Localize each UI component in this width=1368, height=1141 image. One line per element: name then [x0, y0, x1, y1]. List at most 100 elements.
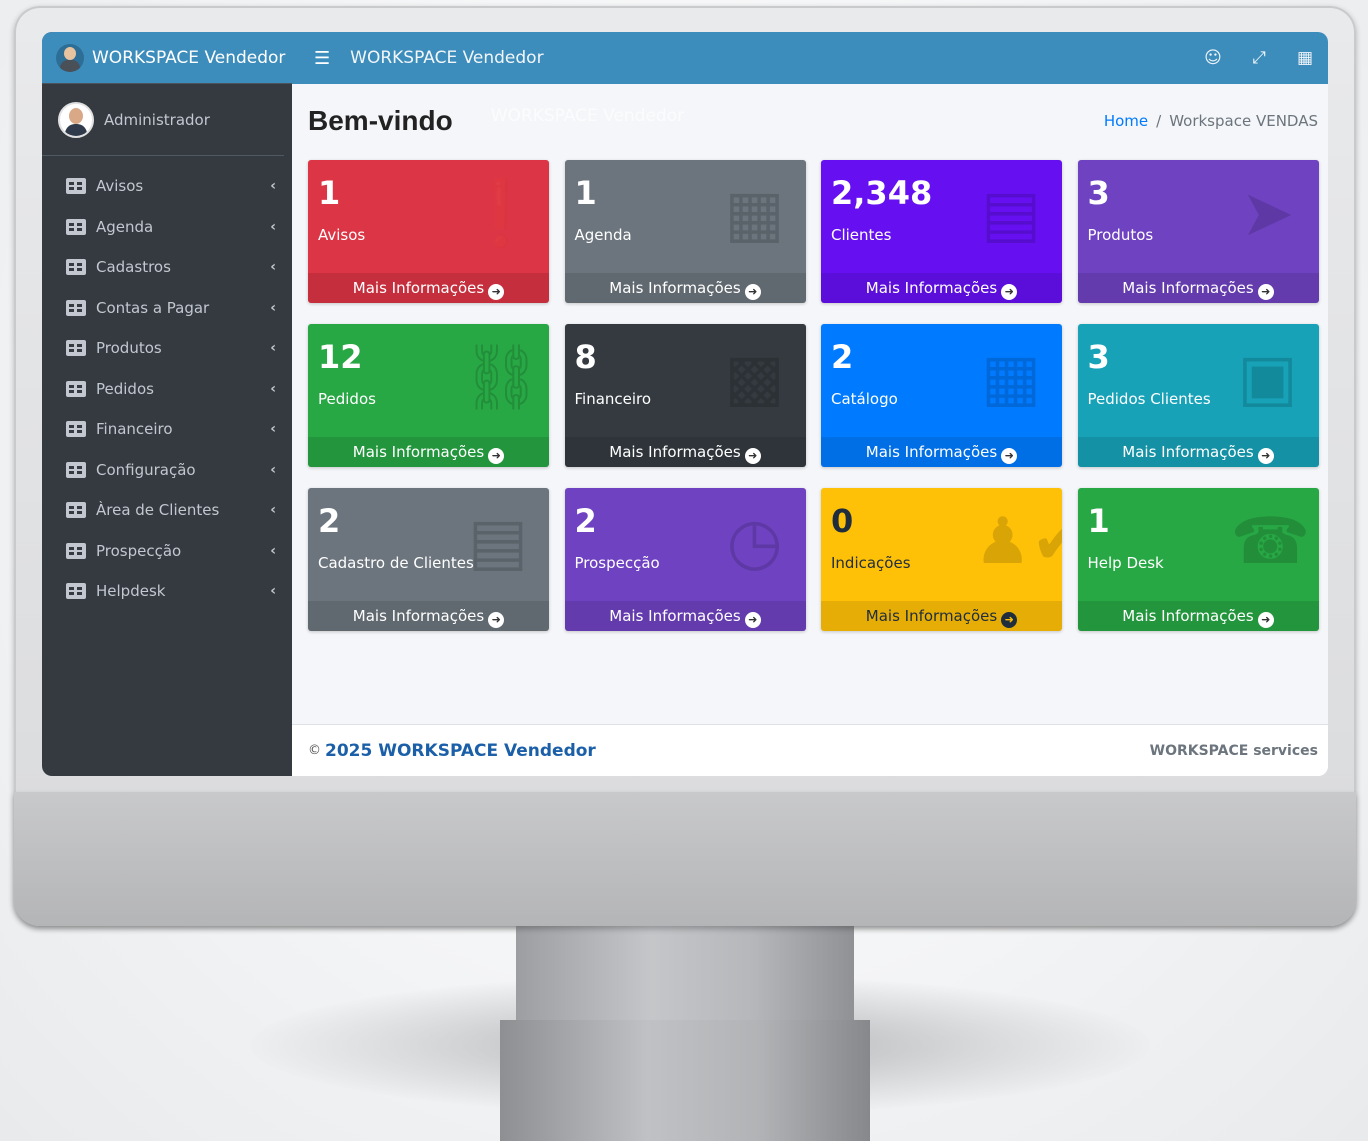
chevron-left-icon: ‹	[270, 461, 276, 478]
box-label: Clientes	[831, 226, 892, 244]
box-count: 1	[1087, 502, 1110, 540]
box-label: Agenda	[574, 226, 632, 244]
more-info-link[interactable]: Mais Informações ➜	[821, 601, 1062, 631]
chevron-left-icon: ‹	[270, 583, 276, 600]
chart-icon: ▩	[724, 341, 785, 415]
more-info-link[interactable]: Mais Informações ➜	[308, 437, 549, 467]
copyright-link[interactable]: 2025 WORKSPACE Vendedor	[325, 741, 596, 761]
box-count: 0	[831, 502, 854, 540]
more-info-link[interactable]: Mais Informações ➜	[564, 601, 806, 631]
small-box-pedidos: 12 Pedidos ⛓ Mais Informações ➜	[308, 324, 549, 467]
sidebar-item-label: Àrea de Clientes	[96, 501, 220, 520]
user-check-icon: ♟✔	[974, 505, 1062, 579]
sidebar-item-pedidos[interactable]: Pedidos ‹	[42, 369, 292, 410]
more-info-link[interactable]: Mais Informações ➜	[1077, 601, 1319, 631]
alert-icon: ❗	[461, 177, 541, 251]
arrow-circle-right-icon: ➜	[1001, 448, 1018, 464]
chevron-left-icon: ‹	[270, 259, 276, 276]
apps-icon[interactable]: ▦	[1282, 48, 1328, 68]
more-info-label: Mais Informações	[352, 443, 485, 461]
more-info-label: Mais Informações	[609, 607, 741, 625]
table-icon	[66, 218, 86, 235]
table-icon	[66, 542, 86, 559]
ghost-title: WORKSPACE Vendedor	[490, 106, 685, 126]
sidebar-item-label: Configuração	[96, 460, 196, 479]
more-info-link[interactable]: Mais Informações ➜	[308, 601, 549, 631]
table-icon	[66, 299, 86, 316]
more-info-label: Mais Informações	[865, 443, 998, 461]
sidebar-item-label: Contas a Pagar	[96, 298, 210, 317]
user-avatar	[58, 101, 94, 138]
sidebar-item-prospeccao[interactable]: Prospecção ‹	[42, 531, 292, 572]
arrow-circle-right-icon: ➜	[1001, 612, 1018, 628]
brand-text: WORKSPACE Vendedor	[92, 47, 286, 68]
user-icon[interactable]: ☺	[1190, 48, 1236, 68]
sidebar-item-helpdesk[interactable]: Helpdesk ‹	[42, 571, 292, 612]
small-box-catalogo: 2 Catálogo ▦ Mais Informações ➜	[821, 324, 1062, 467]
breadcrumb-home-link[interactable]: Home	[1104, 112, 1148, 130]
sidebar-item-label: Produtos	[96, 339, 162, 358]
sidebar-item-contas-a-pagar[interactable]: Contas a Pagar ‹	[42, 288, 292, 329]
chevron-left-icon: ‹	[270, 542, 276, 559]
more-info-label: Mais Informações	[865, 607, 998, 625]
table-icon	[66, 583, 86, 600]
info-box-grid: 1 Avisos ❗ Mais Informações ➜ 1 Agenda ▦ …	[308, 160, 1319, 631]
fullscreen-icon[interactable]: ⤢	[1236, 48, 1282, 68]
table-icon	[66, 461, 86, 478]
sidebar-item-configuracao[interactable]: Configuração ‹	[42, 450, 292, 491]
box-label: Pedidos Clientes	[1087, 390, 1211, 408]
screen: WORKSPACE Vendedor Administrador Avisos ‹…	[42, 32, 1328, 776]
more-info-link[interactable]: Mais Informações ➜	[564, 437, 806, 467]
sidebar-item-agenda[interactable]: Agenda ‹	[42, 207, 292, 248]
chevron-left-icon: ‹	[270, 299, 276, 316]
box-label: Catálogo	[831, 390, 898, 408]
box-count: 2,348	[831, 174, 933, 212]
box-count: 3	[1087, 174, 1110, 212]
arrow-circle-right-icon: ➜	[1257, 284, 1274, 300]
sidebar-item-produtos[interactable]: Produtos ‹	[42, 328, 292, 369]
id-card-icon: ▤	[980, 177, 1042, 251]
sidebar-item-label: Financeiro	[96, 420, 173, 439]
box-count: 2	[574, 502, 597, 540]
small-box-agenda: 1 Agenda ▦ Mais Informações ➜	[564, 160, 806, 303]
sidebar-item-label: Agenda	[96, 217, 154, 236]
breadcrumb-separator: /	[1156, 112, 1162, 130]
sidebar-item-label: Cadastros	[96, 258, 171, 277]
more-info-link[interactable]: Mais Informações ➜	[821, 273, 1062, 303]
box-count: 1	[574, 174, 597, 212]
more-info-link[interactable]: Mais Informações ➜	[564, 273, 806, 303]
brand-link[interactable]: WORKSPACE Vendedor	[42, 32, 292, 84]
user-panel[interactable]: Administrador	[42, 84, 284, 156]
arrow-circle-right-icon: ➜	[744, 448, 761, 464]
more-info-link[interactable]: Mais Informações ➜	[1077, 273, 1319, 303]
box-count: 3	[1087, 338, 1110, 376]
more-info-link[interactable]: Mais Informações ➜	[821, 437, 1062, 467]
small-box-financeiro: 8 Financeiro ▩ Mais Informações ➜	[564, 324, 806, 467]
page-title: Bem-vindo	[308, 105, 453, 136]
sidebar-item-area-de-clientes[interactable]: Àrea de Clientes ‹	[42, 490, 292, 531]
breadcrumb: Home / Workspace VENDAS	[1104, 112, 1318, 130]
briefcase-clock-icon: ◷	[726, 505, 783, 579]
box-count: 12	[318, 338, 363, 376]
more-info-link[interactable]: Mais Informações ➜	[1077, 437, 1319, 467]
more-info-link[interactable]: Mais Informações ➜	[308, 273, 549, 303]
box-label: Cadastro de Clientes	[318, 554, 474, 572]
sidebar-item-avisos[interactable]: Avisos ‹	[42, 166, 292, 207]
more-info-label: Mais Informações	[865, 279, 998, 297]
monitor-chin	[14, 792, 1356, 926]
arrow-circle-right-icon: ➜	[488, 612, 505, 628]
calendar-icon: ▦	[724, 177, 785, 251]
user-name: Administrador	[104, 110, 210, 129]
small-box-clientes: 2,348 Clientes ▤ Mais Informações ➜	[821, 160, 1062, 303]
sidebar-item-financeiro[interactable]: Financeiro ‹	[42, 409, 292, 450]
chevron-left-icon: ‹	[270, 421, 276, 438]
arrow-circle-right-icon: ➜	[744, 612, 761, 628]
sidebar-item-cadastros[interactable]: Cadastros ‹	[42, 247, 292, 288]
tags-icon: ➤	[1240, 177, 1295, 251]
table-icon	[66, 502, 86, 519]
monitor-stand-base	[500, 1020, 870, 1141]
menu-icon[interactable]: ☰	[314, 48, 330, 69]
sidebar: WORKSPACE Vendedor Administrador Avisos ‹…	[42, 32, 292, 776]
chevron-left-icon: ‹	[270, 178, 276, 195]
copyright-icon: ©	[308, 743, 321, 758]
